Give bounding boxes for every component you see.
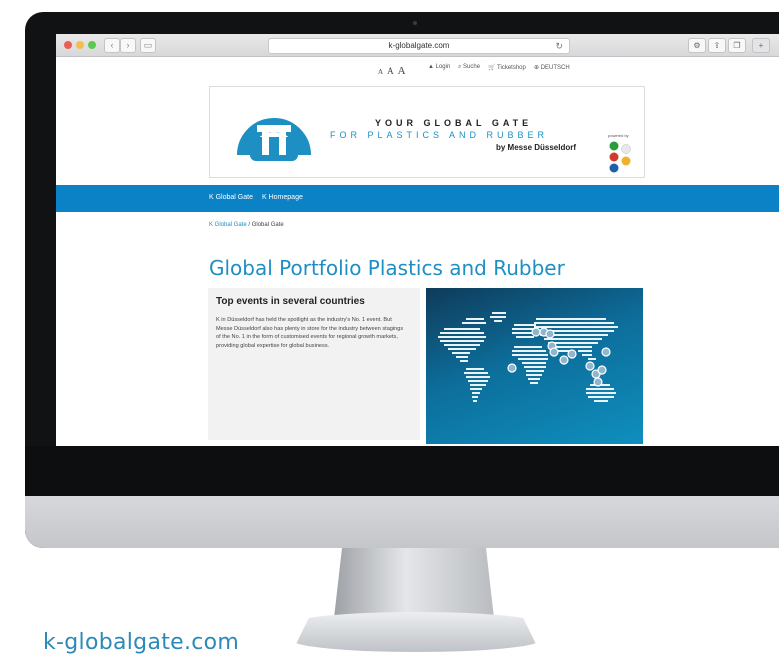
page-title: Global Portfolio Plastics and Rubber (209, 256, 565, 280)
world-map-icon (438, 312, 618, 402)
font-size-controls[interactable]: A A A (378, 61, 406, 79)
tagline-organizer: by Messe Düsseldorf (496, 143, 577, 152)
font-size-large-button[interactable]: A (398, 65, 406, 77)
ticketshop-link[interactable]: 🛒 Ticketshop (488, 64, 526, 71)
powered-by-label: powered by (608, 133, 629, 138)
browser-toolbar: ‹ › ▭ k-globalgate.com ↻ ⚙ ⇪ ❐ + (56, 34, 779, 57)
breadcrumb-separator: / (248, 222, 251, 228)
back-button[interactable]: ‹ (104, 38, 120, 53)
forward-button[interactable]: › (120, 38, 136, 53)
section-heading: Top events in several countries (216, 296, 365, 307)
font-size-small-button[interactable]: A (378, 68, 383, 76)
tagline-secondary: FOR PLASTICS AND RUBBER (330, 130, 549, 140)
share-icon[interactable]: ⇪ (708, 38, 726, 53)
minimize-window-button[interactable] (76, 41, 84, 49)
font-size-medium-button[interactable]: A (387, 66, 394, 76)
breadcrumb-current: Global Gate (251, 222, 284, 228)
messe-duesseldorf-logo-icon (609, 141, 631, 173)
ticketshop-label: Ticketshop (497, 65, 526, 71)
header-banner[interactable]: YOUR GLOBAL GATE FOR PLASTICS AND RUBBER… (209, 86, 645, 178)
section-text: K in Düsseldorf has held the spotlight a… (216, 317, 404, 349)
footer-caption: k-globalgate.com (43, 630, 240, 655)
address-bar[interactable]: k-globalgate.com ↻ (268, 38, 570, 54)
new-tab-icon[interactable]: + (752, 38, 770, 53)
language-label: DEUTSCH (540, 65, 570, 71)
monitor-bezel (25, 446, 779, 496)
zoom-window-button[interactable] (88, 41, 96, 49)
nav-item-k-global-gate[interactable]: K Global Gate (209, 194, 253, 201)
breadcrumb: K Global Gate / Global Gate (209, 222, 284, 228)
reload-icon[interactable]: ↻ (555, 39, 563, 53)
teaser-box (208, 288, 420, 440)
nav-item-k-homepage[interactable]: K Homepage (262, 194, 303, 201)
language-link[interactable]: ⊕ DEUTSCH (534, 64, 570, 71)
cart-icon: 🛒 (488, 65, 496, 71)
close-window-button[interactable] (64, 41, 72, 49)
login-label: Login (435, 64, 451, 70)
k-logo-icon (237, 118, 311, 161)
login-link[interactable]: ▲ Login (428, 64, 450, 70)
search-label: Suche (463, 64, 481, 70)
url-text: k-globalgate.com (388, 41, 450, 50)
utility-bar: A A A ▲ Login ⌕ Suche 🛒 Ticketshop ⊕ DEU… (56, 57, 779, 79)
tagline-primary: YOUR GLOBAL GATE (375, 118, 533, 128)
camera-dot (413, 21, 417, 25)
tabs-icon[interactable]: ❐ (728, 38, 746, 53)
monitor-chin (25, 496, 779, 548)
search-link[interactable]: ⌕ Suche (458, 64, 480, 71)
globe-icon: ⊕ (534, 65, 540, 71)
world-map-image[interactable] (426, 288, 643, 444)
settings-icon[interactable]: ⚙ (688, 38, 706, 53)
breadcrumb-link[interactable]: K Global Gate (209, 222, 247, 228)
monitor-stand (334, 548, 494, 618)
search-icon: ⌕ (458, 64, 462, 70)
sidebar-icon[interactable]: ▭ (140, 38, 156, 53)
user-icon: ▲ (428, 64, 434, 70)
main-navigation: K Global Gate K Homepage (56, 185, 779, 212)
monitor-foot (292, 612, 540, 652)
browser-screen: ‹ › ▭ k-globalgate.com ↻ ⚙ ⇪ ❐ + A A A ▲… (56, 34, 779, 446)
